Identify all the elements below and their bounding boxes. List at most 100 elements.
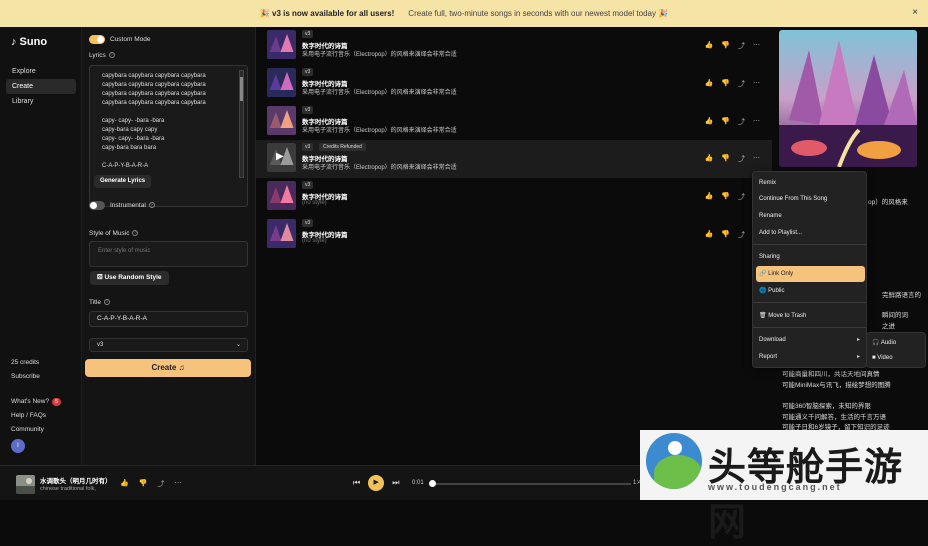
avatar[interactable]: I [11,439,25,453]
more-icon[interactable]: ⋯ [753,79,760,89]
song-row[interactable]: ▶ v3 Credits Refunded 数字时代的诗篇 采用电子流行音乐（Elect… [256,140,772,178]
generate-lyrics-button[interactable]: Generate Lyrics [94,175,152,188]
song-thumbnail[interactable] [267,30,296,59]
suno-logo[interactable]: ♪ Suno [11,36,47,48]
dislike-icon[interactable]: 👎 [721,192,730,202]
progress-track[interactable] [431,483,631,485]
menu-trash[interactable]: 🗑 Move to Trash [756,308,865,324]
like-icon[interactable]: 👍 [705,192,714,202]
song-style: 采用电子流行音乐（Electropop）的风格来演绎会非常合适 [302,90,457,96]
song-style: 采用电子流行音乐（Electropop）的风格来演绎会非常合适 [302,52,457,58]
lyrics-scrollbar[interactable] [239,70,244,178]
instrumental-label: Instrumental? [110,202,155,209]
menu-download[interactable]: Download ▸ [756,332,865,348]
song-row[interactable]: v3 数字时代的诗篇 采用电子流行音乐（Electropop）的风格来演绎会非常合适… [256,65,772,103]
share-icon[interactable]: ⤴ [738,79,745,89]
instrumental-toggle[interactable] [89,201,105,210]
dislike-icon[interactable]: 👎 [721,79,730,89]
nav-explore[interactable]: Explore [6,64,76,79]
share-icon[interactable]: ⤴ [157,479,164,489]
share-icon[interactable]: ⤴ [738,192,745,202]
song-context-menu: Remix Continue From This Song Rename Add… [752,171,867,368]
song-row[interactable]: v3 数字时代的诗篇 采用电子流行音乐（Electropop）的风格来演绎会非常合适… [256,103,772,141]
lyrics-line: capy- capy- -bara -bara [102,136,165,142]
more-icon[interactable]: ⋯ [753,117,760,127]
headphones-icon: 🎧 [872,340,881,346]
custom-mode-toggle[interactable] [89,35,105,44]
create-button[interactable]: Create ♫ [85,359,251,377]
more-icon[interactable]: ⋯ [753,41,760,51]
watermark-logo [646,433,702,489]
song-style: (no style) [302,238,327,244]
version-tag: v3 [302,181,314,189]
like-icon[interactable]: 👍 [705,154,714,164]
version-tag: v3 [302,143,314,151]
play-icon[interactable]: ▶ [276,151,284,162]
submenu-video[interactable]: ■ Video [872,355,893,361]
more-icon[interactable]: ⋯ [174,479,181,489]
help-icon[interactable]: ? [148,202,155,209]
dislike-icon[interactable]: 👎 [721,154,730,164]
share-icon[interactable]: ⤴ [738,154,745,164]
song-thumbnail[interactable] [267,219,296,248]
menu-public[interactable]: 🌐 Public [756,283,865,299]
random-style-label: Use Random Style [104,274,162,281]
title-input[interactable]: C-A-P-Y-B-A-R-A [89,311,248,327]
menu-download-label: Download [759,337,786,343]
song-row[interactable]: v3数字时代的诗篇(no style)👍👎⤴⋯ [256,216,772,254]
community-link[interactable]: Community [11,426,44,433]
dislike-icon[interactable]: 👎 [721,230,730,240]
random-style-button[interactable]: ⚄ Use Random Style [90,271,169,285]
like-icon[interactable]: 👍 [705,117,714,127]
help-icon[interactable]: ? [104,299,111,306]
like-icon[interactable]: 👍 [705,79,714,89]
song-row[interactable]: v3数字时代的诗篇(no style)👍👎⤴⋯ [256,178,772,216]
song-row[interactable]: v3 数字时代的诗篇 采用电子流行音乐（Electropop）的风格来演绎会非常合适… [256,27,772,65]
dislike-icon[interactable]: 👎 [139,479,148,489]
help-icon[interactable]: ? [132,230,139,237]
style-input[interactable]: Enter style of music [89,241,248,267]
song-thumbnail[interactable] [267,181,296,210]
like-icon[interactable]: 👍 [705,41,714,51]
version-select[interactable]: v3 ⌄ [89,338,248,352]
nav-library[interactable]: Library [6,94,76,109]
next-icon[interactable]: ⏭ [392,478,399,488]
song-cover-image [779,30,917,167]
previous-icon[interactable]: ⏮ [353,478,360,488]
like-icon[interactable]: 👍 [120,479,129,489]
whats-new-link[interactable]: What's New? 5 [11,398,61,406]
song-actions: 👍 👎 ⤴ ⋯ [705,79,760,89]
title-label-text: Title [89,299,102,306]
menu-rename[interactable]: Rename [756,208,865,224]
close-icon[interactable]: × [912,7,918,18]
help-icon[interactable]: ? [108,52,115,59]
submenu-audio[interactable]: 🎧 Audio [872,339,896,346]
instrumental-label-text: Instrumental [110,202,146,209]
help-link[interactable]: Help / FAQs [11,412,46,419]
menu-add-to-playlist[interactable]: Add to Playlist... [756,225,865,241]
menu-continue[interactable]: Continue From This Song [756,191,865,207]
menu-remix[interactable]: Remix [756,175,865,191]
dislike-icon[interactable]: 👎 [721,117,730,127]
subscribe-link[interactable]: Subscribe [11,373,40,380]
share-icon[interactable]: ⤴ [738,41,745,51]
share-icon[interactable]: ⤴ [738,117,745,127]
style-label-text: Style of Music [89,230,130,237]
share-icon[interactable]: ⤴ [738,230,745,240]
progress-knob[interactable] [429,480,436,487]
menu-link-only[interactable]: 🔗 Link Only [756,266,865,282]
play-button[interactable]: ▶ [368,475,385,491]
more-icon[interactable]: ⋯ [753,154,760,164]
song-actions: 👍 👎 ⤴ ⋯ [705,154,760,164]
menu-report[interactable]: Report ▸ [756,349,865,365]
globe-icon: 🌐 [759,288,769,294]
song-thumbnail[interactable]: ▶ [267,143,296,172]
like-icon[interactable]: 👍 [705,230,714,240]
song-style: (no style) [302,200,327,206]
song-thumbnail[interactable] [267,68,296,97]
version-tag: v3 [302,30,314,38]
song-thumbnail[interactable] [267,106,296,135]
dislike-icon[interactable]: 👎 [721,41,730,51]
nav-create[interactable]: Create [6,79,76,94]
menu-trash-label: Move to Trash [768,313,807,319]
